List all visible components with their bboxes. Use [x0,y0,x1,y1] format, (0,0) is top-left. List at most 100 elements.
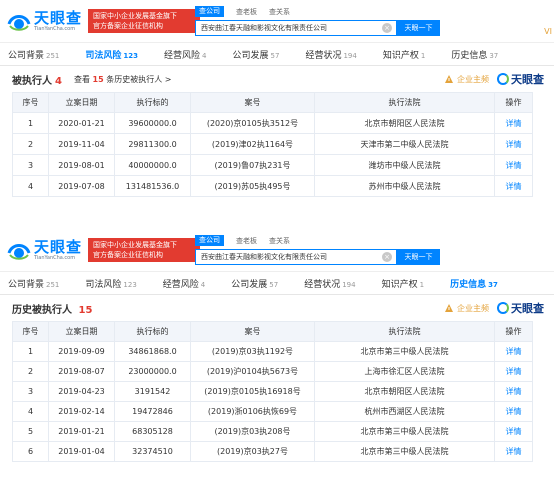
table-cell: 1 [12,112,49,134]
tab-count: 37 [489,51,499,60]
table-cell: 北京市第三中级人民法院 [314,421,495,442]
tab-company-development[interactable]: 公司发展 57 [233,48,280,61]
table-cell: 2019-11-04 [48,133,115,155]
tab-intellectual-property[interactable]: 知识产权 1 [382,277,424,290]
details-link[interactable]: 详情 [494,421,533,442]
details-link[interactable]: 详情 [494,361,533,382]
company-owner-label: 企业主频 [457,74,489,84]
clear-icon[interactable]: × [382,252,392,262]
tab-business-status[interactable]: 经营状况 194 [305,48,356,61]
logo[interactable]: 天眼查 TianYanCha.com [6,10,84,32]
section-title: 被执行人 4 [12,72,62,87]
tab-label: 知识产权 [381,279,418,290]
brand-watermark: 天眼查 [497,300,544,316]
col-header: 序号 [12,92,49,113]
search-button[interactable]: 天眼一下 [397,20,440,36]
tab-history[interactable]: 历史信息 37 [450,277,498,290]
table-cell: (2019)苏05执495号 [190,175,315,197]
table-cell: 2 [12,133,49,155]
eye-logo-icon [497,73,509,85]
tab-business-risk[interactable]: 经营风险 4 [164,48,206,61]
eye-logo-icon [6,239,32,261]
brand-name: 天眼查 [34,9,83,27]
table-row: 3 2019-04-23 3191542 (2019)京0105执16918号 北京市朝… [12,381,533,402]
screenshot-divider [0,215,554,229]
search-tab-company[interactable]: 查公司 [195,6,224,17]
table-row: 6 2019-01-04 32374510 (2019)京03执27号 北京市第三中级人… [12,441,533,462]
slogan-line-2: 官方备案企业征信机构 [93,22,163,30]
section-title-text: 历史被执行人 [12,304,72,316]
col-header: 案号 [190,92,315,113]
tab-company-development[interactable]: 公司发展 57 [231,277,278,290]
table-cell: 3 [12,154,49,176]
tab-label: 历史信息 [450,279,487,290]
slogan-line-2: 官方备案企业征信机构 [93,251,163,259]
tab-label: 经营状况 [305,50,342,61]
brand-watermark-text: 天眼查 [511,73,544,86]
table-cell: 39600000.0 [114,112,191,134]
tab-history[interactable]: 历史信息 37 [451,48,498,61]
table-cell: 2 [12,361,49,382]
search-input[interactable]: 西安曲江春天融和影视文化有限责任公司 × [195,20,397,36]
tab-count: 4 [202,51,207,60]
table-cell: (2019)津02执1164号 [190,133,315,155]
tab-judicial-risk[interactable]: 司法风险 123 [85,277,136,290]
site-header: 天眼查 TianYanCha.com 国家中小企业发展基金旗下 官方备案企业征信… [0,229,554,271]
tab-company-background[interactable]: 公司背景 251 [8,48,59,61]
tab-label: 经营状况 [304,279,341,290]
table-cell: 34861868.0 [114,341,191,362]
table-cell: 23000000.0 [114,361,191,382]
enforcement-table: 序号 立案日期 执行标的 案号 执行法院 操作 1 2020-01-21 39600… [12,92,533,197]
table-cell: (2019)京03执1192号 [190,341,315,362]
table-cell: 2019-02-14 [48,401,115,422]
tab-intellectual-property[interactable]: 知识产权 1 [383,48,425,61]
company-owner-link[interactable]: 企业主频 [444,303,489,314]
tab-label: 知识产权 [382,50,419,61]
clear-icon[interactable]: × [382,23,392,33]
search-tab-company[interactable]: 查公司 [195,235,224,246]
tab-label: 公司发展 [231,279,268,290]
details-link[interactable]: 详情 [494,401,533,422]
details-link[interactable]: 详情 [494,112,533,134]
details-link[interactable]: 详情 [494,441,533,462]
logo[interactable]: 天眼查 TianYanCha.com [6,239,84,261]
tab-judicial-risk[interactable]: 司法风险 123 [85,48,138,61]
table-cell: 2019-08-01 [48,154,115,176]
section-count: 4 [55,75,62,87]
company-owner-link[interactable]: 企业主频 [444,74,489,85]
search-tab-boss[interactable]: 查老板 [236,7,257,17]
details-link[interactable]: 详情 [494,133,533,155]
search-tab-relation[interactable]: 查关系 [269,236,290,246]
table-row: 5 2019-01-21 68305128 (2019)京03执208号 北京市第三中级… [12,421,533,442]
table-cell: 5 [12,421,49,442]
screenshot-panel-2: 天眼查 TianYanCha.com 国家中小企业发展基金旗下 官方备案企业征信… [0,229,554,483]
table-cell: 北京市朝阳区人民法院 [314,381,495,402]
details-link[interactable]: 详情 [494,381,533,402]
table-cell: 1 [12,341,49,362]
tab-business-risk[interactable]: 经营风险 4 [163,277,205,290]
table-cell: 2019-01-21 [48,421,115,442]
brand-watermark: 天眼查 [497,71,544,87]
details-link[interactable]: 详情 [494,154,533,176]
search-button[interactable]: 天眼一下 [397,249,440,265]
tab-label: 司法风险 [85,279,122,290]
tab-business-status[interactable]: 经营状况 194 [304,277,355,290]
history-link[interactable]: 查看 15 条历史被执行人 > [74,74,171,85]
table-row: 1 2020-01-21 39600000.0 (2020)京0105执3512号 北京… [12,112,533,134]
history-link-prefix: 查看 [73,74,90,84]
company-owner-label: 企业主频 [457,303,489,313]
tab-count: 1 [419,280,425,289]
screenshot-panel-1: 天眼查 TianYanCha.com 国家中小企业发展基金旗下 官方备案企业征信… [0,0,554,215]
slogan-badge: 国家中小企业发展基金旗下 官方备案企业征信机构 [88,9,200,33]
details-link[interactable]: 详情 [494,341,533,362]
search-tab-relation[interactable]: 查关系 [269,7,290,17]
search-input[interactable]: 西安曲江春天融和影视文化有限责任公司 × [195,249,397,265]
search-tab-boss[interactable]: 查老板 [236,236,257,246]
tab-company-background[interactable]: 公司背景 251 [8,277,59,290]
vip-link[interactable]: VI [544,27,552,36]
search-type-tabs: 查公司 查老板 查关系 [195,6,440,17]
table-row: 2 2019-08-07 23000000.0 (2019)沪0104执5673号 上海… [12,361,533,382]
table-cell: (2019)京0105执16918号 [190,381,315,402]
details-link[interactable]: 详情 [494,175,533,197]
table-cell: 2020-01-21 [48,112,115,134]
